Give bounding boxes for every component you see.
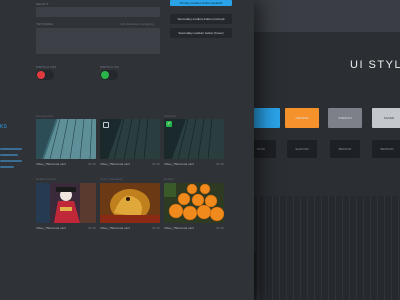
color-swatch-orange: ORANGE bbox=[285, 108, 319, 128]
building-image bbox=[100, 119, 160, 159]
thumb-duration: 00:38 bbox=[88, 226, 96, 230]
video-thumbnail[interactable] bbox=[100, 119, 160, 159]
thumb-duration: 00:38 bbox=[216, 162, 224, 166]
secondary-button-normal[interactable]: Secondary medium button (normal) bbox=[170, 14, 232, 24]
geisha-image bbox=[36, 183, 96, 223]
checkbox-unchecked[interactable] bbox=[103, 122, 109, 128]
building-image bbox=[164, 119, 224, 159]
secondary-button-hover[interactable]: Secondary medium button (hover) bbox=[170, 28, 232, 38]
video-thumbnail[interactable] bbox=[164, 183, 224, 223]
switch-off-toggle[interactable] bbox=[36, 70, 54, 80]
thumb-duration: 00:38 bbox=[152, 226, 160, 230]
thumb-duration: 00:38 bbox=[88, 162, 96, 166]
text-line bbox=[0, 166, 14, 168]
video-thumbnail[interactable] bbox=[36, 183, 96, 223]
thumb-caption: Default (Hover) bbox=[36, 177, 57, 181]
thumb-name: Video_75Insomia.mp4 bbox=[36, 226, 66, 230]
side-section-fragment: KS bbox=[0, 112, 24, 182]
select-field[interactable] bbox=[36, 7, 160, 17]
thumb-duration: 00:38 bbox=[152, 162, 160, 166]
switch-on-toggle[interactable] bbox=[100, 70, 118, 80]
thumb-caption: Hover (Selected) bbox=[100, 177, 123, 181]
component-panel: SELECT TEXTAREA 140 characters remaining… bbox=[0, 0, 254, 300]
thumb-name: Video_75Insomia.mp4 bbox=[100, 226, 130, 230]
thumb-name: Video_75Insomia.mp4 bbox=[164, 226, 194, 230]
thumb-name: Video_75Insomia.mp4 bbox=[36, 162, 66, 166]
dark-swatch: BEDRUM bbox=[372, 140, 400, 158]
primary-button[interactable]: Primary medium button (default) bbox=[170, 0, 232, 6]
thumb-name: Video_75Insomia.mp4 bbox=[100, 162, 130, 166]
text-line bbox=[0, 154, 18, 156]
video-thumbnail[interactable] bbox=[36, 119, 96, 159]
switch-knob bbox=[101, 71, 109, 79]
thumb-caption: Not selected bbox=[36, 114, 53, 118]
building-image bbox=[36, 119, 96, 159]
thumb-caption: Selected bbox=[164, 114, 176, 118]
textarea-field[interactable] bbox=[36, 28, 160, 54]
textarea-label: TEXTAREA bbox=[36, 22, 54, 26]
section-title-fragment: KS bbox=[0, 124, 7, 130]
checkbox-checked-icon[interactable]: ✓ bbox=[166, 121, 172, 127]
color-swatch-silver: SILVER bbox=[372, 108, 400, 128]
text-line bbox=[0, 148, 22, 150]
color-swatch-stealth: STEALTH bbox=[328, 108, 362, 128]
video-thumbnail[interactable]: ✓ bbox=[164, 119, 224, 159]
dark-swatch: SHADOW bbox=[287, 140, 317, 158]
oranges-image bbox=[164, 183, 224, 223]
dark-swatch: BEDOUR bbox=[330, 140, 360, 158]
dragon-image bbox=[100, 183, 160, 223]
thumb-name: Video_75Insomia.mp4 bbox=[164, 162, 194, 166]
switch-off-label: SWITCH OFF bbox=[36, 65, 57, 69]
video-thumbnail[interactable] bbox=[100, 183, 160, 223]
text-line bbox=[0, 160, 22, 162]
switch-on-label: SWITCH ON bbox=[100, 65, 119, 69]
background-column-grid bbox=[252, 196, 400, 300]
background-artboard-top bbox=[246, 0, 400, 32]
select-label: SELECT bbox=[36, 2, 49, 6]
ui-style-title: UI STYLE bbox=[350, 59, 400, 71]
thumb-caption: Default bbox=[164, 177, 174, 181]
char-counter: 140 characters remaining bbox=[120, 22, 154, 26]
thumb-duration: 00:38 bbox=[216, 226, 224, 230]
switch-knob bbox=[37, 71, 45, 79]
